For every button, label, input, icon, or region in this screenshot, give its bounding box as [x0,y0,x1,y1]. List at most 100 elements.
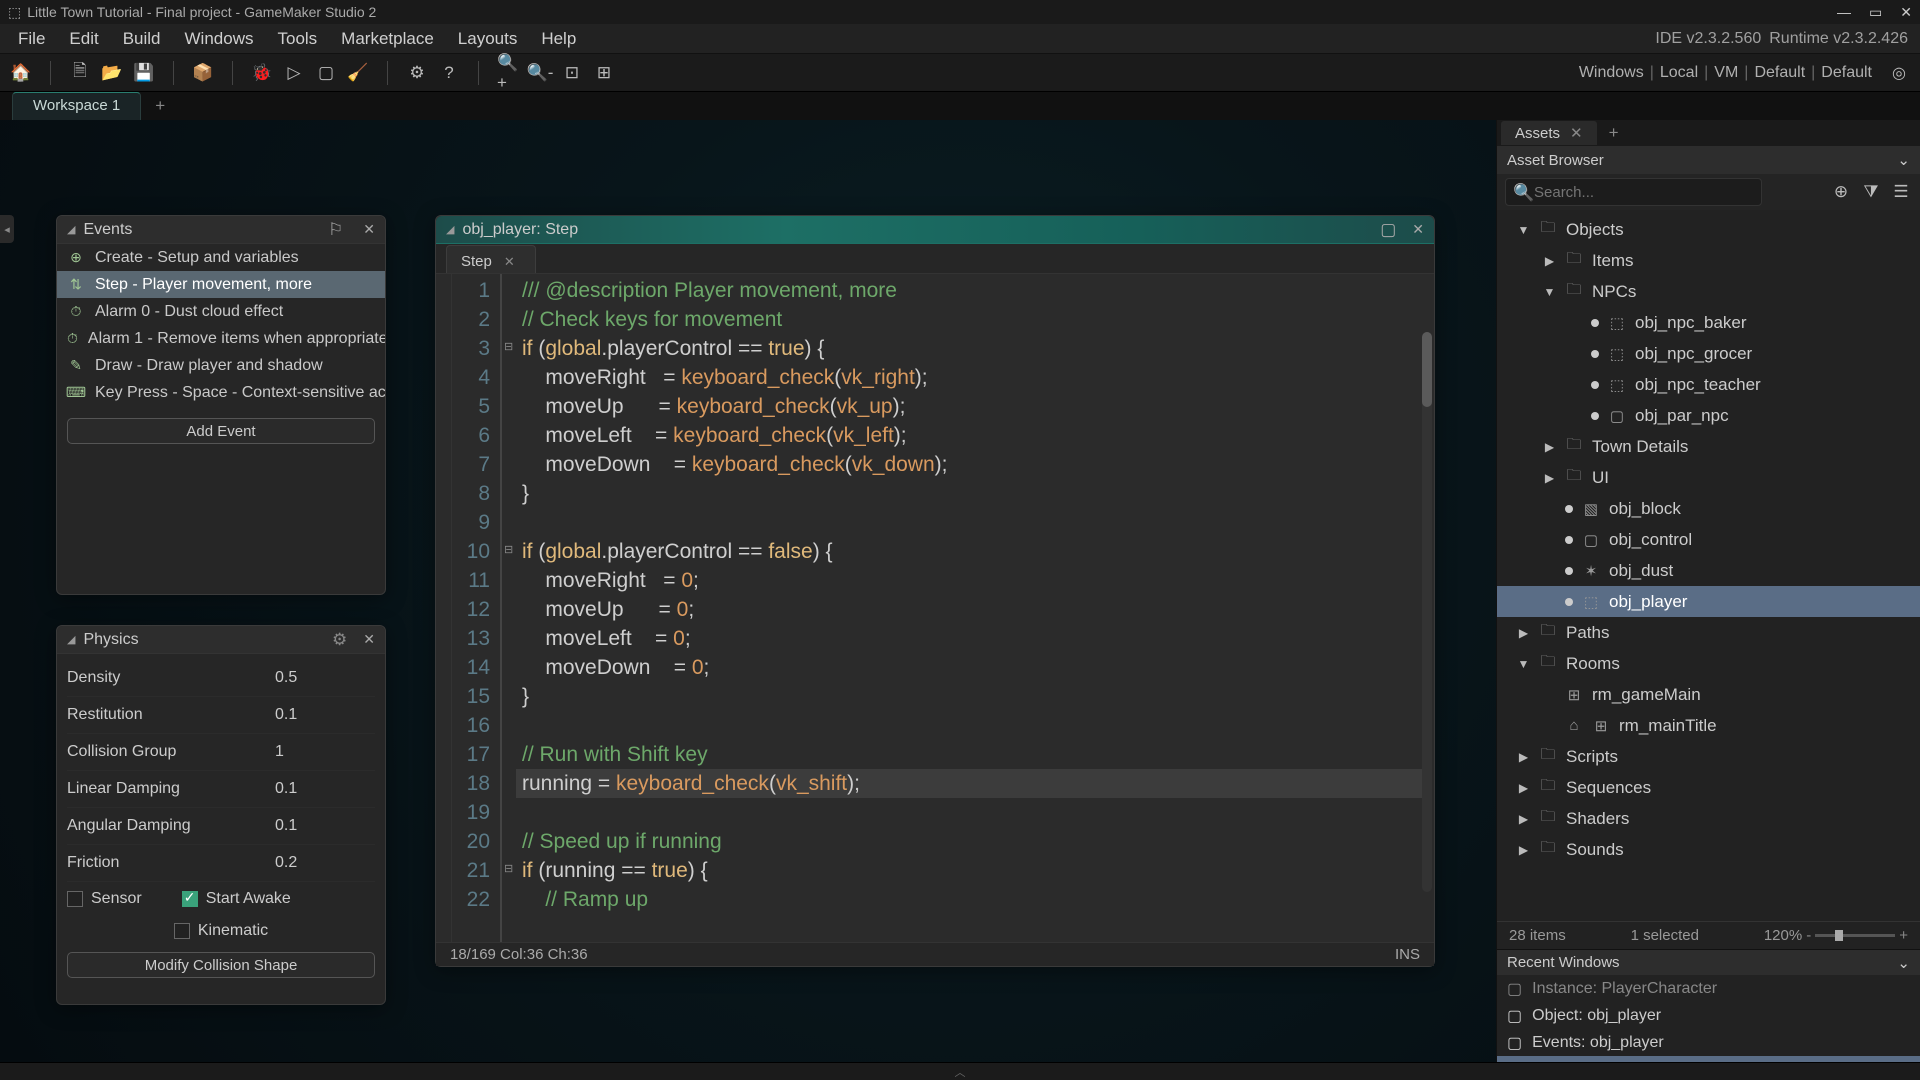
event-row[interactable]: ⏱Alarm 0 - Dust cloud effect [57,298,385,325]
debug-icon[interactable]: 🐞 [251,62,273,84]
tree-arrow-icon[interactable] [1543,564,1556,578]
create-exe-icon[interactable]: 📦 [192,62,214,84]
zoom-slider[interactable] [1815,934,1895,937]
workspace-area[interactable]: ◂ ◢ Events ⚐ ✕ ⊕Create - Setup and varia… [0,120,1920,1062]
kinematic-checkbox[interactable] [174,923,190,939]
game-options-icon[interactable]: ⚙ [406,62,428,84]
filter-icon[interactable]: ⧩ [1860,182,1882,202]
asset-tree-row[interactable]: ⬚obj_player [1497,586,1920,617]
menu-edit[interactable]: Edit [57,25,110,53]
code-line[interactable]: moveUp = 0; [522,595,1434,624]
asset-tree-row[interactable]: ▧obj_block [1497,493,1920,524]
asset-tree-row[interactable]: ⌂⊞rm_mainTitle [1497,710,1920,741]
fold-icon[interactable]: ⊟ [504,340,513,353]
sensor-checkbox[interactable] [67,891,83,907]
tree-arrow-icon[interactable] [1543,533,1556,547]
tree-arrow-icon[interactable] [1543,595,1556,609]
zoom-out-icon[interactable]: 🔍- [529,62,551,84]
tree-arrow-icon[interactable]: ▶ [1517,812,1530,826]
tree-arrow-icon[interactable]: ▶ [1517,750,1530,764]
flag-icon[interactable]: ⚐ [328,220,343,240]
tree-arrow-icon[interactable]: ▶ [1517,843,1530,857]
add-asset-icon[interactable]: ⊕ [1830,182,1852,202]
help-icon[interactable]: ? [438,62,460,84]
tree-arrow-icon[interactable]: ▼ [1543,285,1556,299]
code-line[interactable]: } [522,479,1434,508]
code-line[interactable]: /// @description Player movement, more [522,276,1434,305]
event-row[interactable]: ⊕Create - Setup and variables [57,244,385,271]
recent-window-row[interactable]: ▢Instance: PlayerCharacter [1497,975,1920,1002]
home-icon[interactable]: 🏠 [10,62,32,84]
code-line[interactable]: } [522,682,1434,711]
target-segment[interactable]: VM [1714,64,1738,82]
asset-tree-row[interactable]: ▶🗀Sounds [1497,834,1920,865]
tree-arrow-icon[interactable]: ▶ [1543,440,1556,454]
code-area[interactable]: 12345678910111213141516171819202122 ⊟⊟⊟ … [436,274,1434,942]
add-workspace-button[interactable]: + [145,92,175,120]
asset-tree-row[interactable]: ⬚obj_npc_teacher [1497,369,1920,400]
code-line[interactable] [522,508,1434,537]
asset-browser-header[interactable]: Asset Browser ⌄ [1497,146,1920,174]
code-line[interactable]: moveUp = keyboard_check(vk_up); [522,392,1434,421]
panel-handle-icon[interactable]: ◂ [0,215,14,243]
menu-help[interactable]: Help [529,25,588,53]
asset-tree-row[interactable]: ⬚obj_npc_grocer [1497,338,1920,369]
code-line[interactable]: moveRight = keyboard_check(vk_right); [522,363,1434,392]
asset-tree-row[interactable]: ▼🗀Objects [1497,214,1920,245]
physics-field-input[interactable] [275,706,375,724]
asset-tree-row[interactable]: ⊞rm_gameMain [1497,679,1920,710]
tree-arrow-icon[interactable] [1569,347,1582,361]
code-line[interactable]: // Check keys for movement [522,305,1434,334]
asset-tree-row[interactable]: ▶🗀UI [1497,462,1920,493]
code-line[interactable]: if (global.playerControl == true) { [522,334,1434,363]
tree-arrow-icon[interactable] [1569,409,1582,423]
target-segment[interactable]: Windows [1579,64,1644,82]
start-awake-checkbox[interactable] [182,891,198,907]
asset-tree-row[interactable]: ⬚obj_npc_baker [1497,307,1920,338]
target-segment[interactable]: Default [1821,64,1872,82]
code-line[interactable]: moveLeft = 0; [522,624,1434,653]
close-button[interactable]: ✕ [1900,4,1912,21]
asset-tree-row[interactable]: ▢obj_par_npc [1497,400,1920,431]
add-event-button[interactable]: Add Event [67,418,375,444]
code-tab[interactable]: Step ✕ [446,245,536,273]
asset-tree-row[interactable]: ▼🗀NPCs [1497,276,1920,307]
maximize-panel-icon[interactable]: ▢ [1380,220,1396,240]
code-line[interactable]: moveRight = 0; [522,566,1434,595]
code-line[interactable]: moveDown = keyboard_check(vk_down); [522,450,1434,479]
assets-tab[interactable]: Assets ✕ [1501,121,1597,145]
menu-icon[interactable]: ☰ [1890,182,1912,202]
zoom-in-icon[interactable]: 🔍+ [497,62,519,84]
code-line[interactable]: if (global.playerControl == false) { [522,537,1434,566]
fold-icon[interactable]: ⊟ [504,862,513,875]
menu-layouts[interactable]: Layouts [446,25,530,53]
tree-arrow-icon[interactable]: ▶ [1543,471,1556,485]
modify-collision-button[interactable]: Modify Collision Shape [67,952,375,978]
event-row[interactable]: ⏱Alarm 1 - Remove items when appropriate [57,325,385,352]
save-icon[interactable]: 💾 [133,62,155,84]
open-project-icon[interactable]: 📂 [101,62,123,84]
event-row[interactable]: ✎Draw - Draw player and shadow [57,352,385,379]
menu-file[interactable]: File [6,25,57,53]
tree-arrow-icon[interactable] [1569,378,1582,392]
recent-windows-header[interactable]: Recent Windows ⌄ [1497,949,1920,975]
asset-tree-row[interactable]: ▢obj_control [1497,524,1920,555]
event-row[interactable]: ⌨Key Press - Space - Context-sensitive a… [57,379,385,406]
tree-arrow-icon[interactable] [1543,719,1556,733]
chevron-down-icon[interactable]: ⌄ [1897,151,1910,169]
close-icon[interactable]: ✕ [1412,221,1424,238]
close-tab-icon[interactable]: ✕ [504,254,515,270]
new-project-icon[interactable]: 🗎 [69,62,91,84]
target-segment[interactable]: Local [1660,64,1698,82]
collapse-icon[interactable]: ◢ [67,633,75,646]
stop-icon[interactable]: ▢ [315,62,337,84]
tree-arrow-icon[interactable]: ▼ [1517,223,1530,237]
recent-window-row[interactable]: ▢Events: obj_player [1497,1029,1920,1056]
minimize-button[interactable]: — [1837,4,1851,21]
bottom-dock-grip[interactable]: ︿ [0,1062,1920,1080]
maximize-button[interactable]: ▭ [1869,4,1882,21]
zoom-reset-icon[interactable]: ⊡ [561,62,583,84]
tree-arrow-icon[interactable] [1543,688,1556,702]
asset-tree-row[interactable]: ▶🗀Items [1497,245,1920,276]
asset-tree-row[interactable]: ▶🗀Paths [1497,617,1920,648]
